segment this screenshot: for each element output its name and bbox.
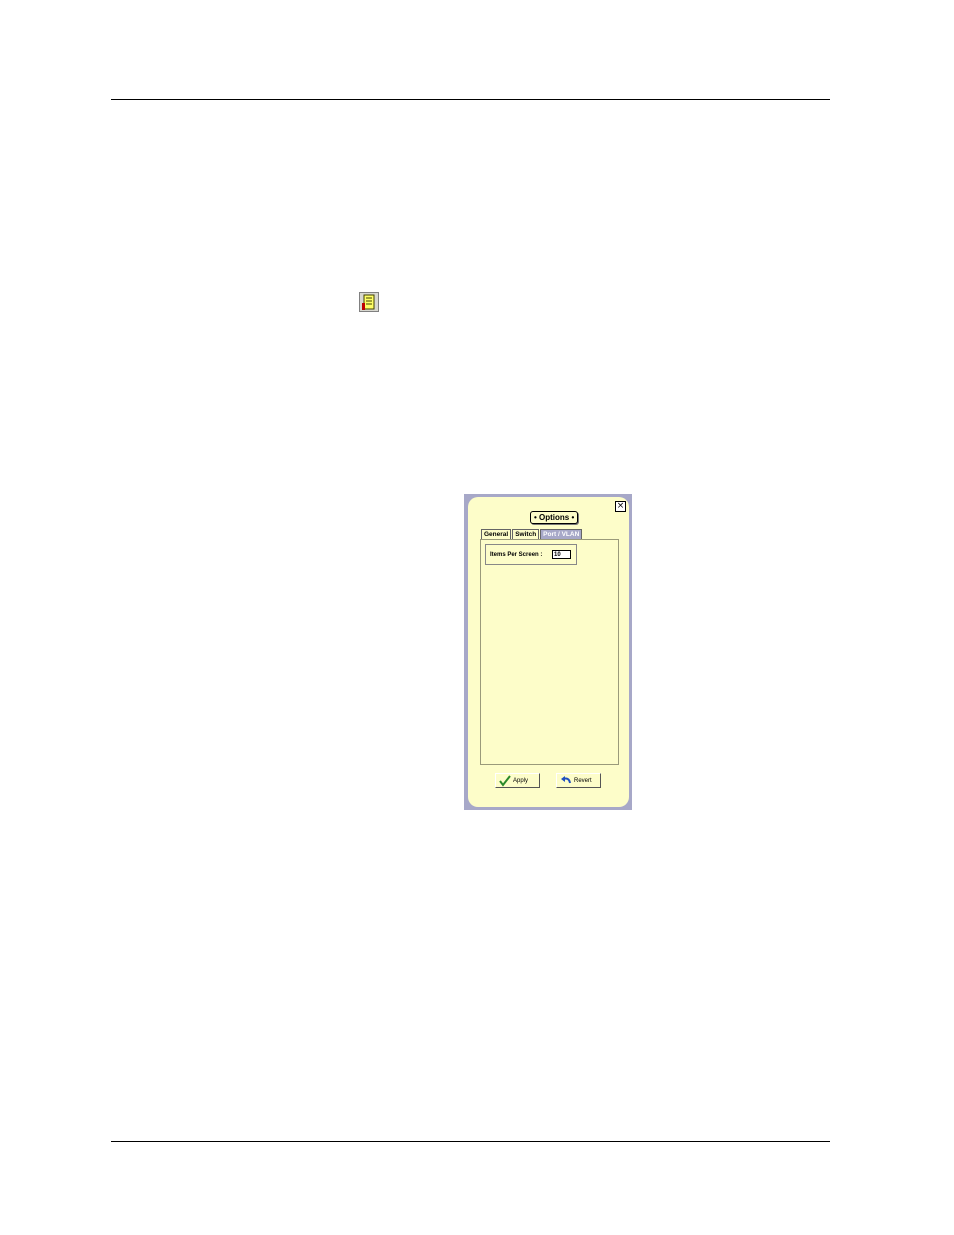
- apply-button[interactable]: Apply: [495, 773, 540, 788]
- options-dialog: × • Options • General Switch Port / VLAN…: [464, 494, 632, 810]
- options-toolbar-icon[interactable]: [359, 292, 379, 312]
- dialog-title: • Options •: [530, 511, 579, 524]
- options-dialog-body: × • Options • General Switch Port / VLAN…: [468, 497, 629, 807]
- undo-arrow-icon: [561, 776, 571, 784]
- checkmark-icon: [499, 775, 511, 787]
- port-vlan-panel: Items Per Screen : 10: [480, 539, 619, 765]
- revert-button[interactable]: Revert: [556, 773, 601, 788]
- items-per-screen-input[interactable]: 10: [552, 550, 571, 559]
- revert-label: Revert: [574, 778, 592, 784]
- header-rule: [111, 99, 830, 100]
- footer-rule: [111, 1141, 830, 1142]
- items-per-screen-group: Items Per Screen : 10: [485, 544, 577, 565]
- apply-label: Apply: [513, 778, 529, 784]
- items-per-screen-label: Items Per Screen :: [490, 552, 543, 558]
- close-icon[interactable]: ×: [615, 501, 626, 512]
